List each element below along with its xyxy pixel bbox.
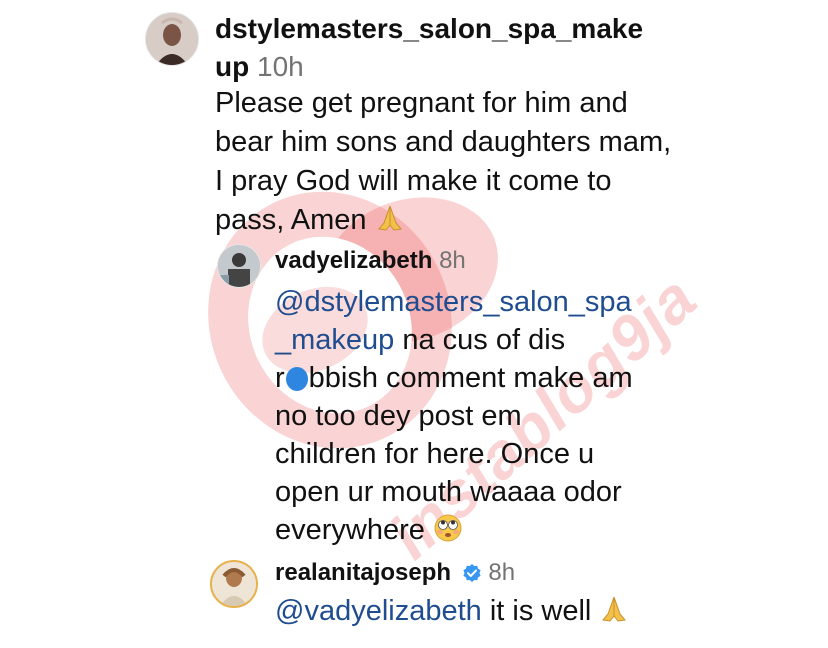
mention-link-continued[interactable]: _makeup bbox=[275, 324, 394, 356]
comment-body: no too dey post em bbox=[275, 400, 522, 432]
comment-body: open ur mouth waaaa odor bbox=[275, 476, 622, 508]
avatar[interactable] bbox=[217, 244, 261, 288]
avatar-photo-icon bbox=[212, 562, 256, 606]
comment-header: vadyelizabeth 8h bbox=[275, 244, 466, 278]
timestamp: 10h bbox=[257, 51, 304, 82]
comment-body: na cus of dis bbox=[394, 324, 566, 356]
rolling-eyes-icon bbox=[433, 513, 463, 553]
username[interactable]: realanitajoseph bbox=[275, 559, 451, 586]
comment-body: it is well bbox=[481, 595, 592, 627]
comment-body: everywhere bbox=[275, 514, 425, 546]
comment-text: Please get pregnant for him and bear him… bbox=[215, 84, 685, 244]
comment-text: @vadyelizabeth it is well bbox=[275, 592, 629, 634]
avatar[interactable] bbox=[210, 560, 258, 608]
timestamp: 8h bbox=[439, 247, 466, 274]
verified-badge-icon bbox=[462, 559, 482, 593]
avatar[interactable] bbox=[145, 12, 199, 66]
comment-body: children for here. Once u bbox=[275, 438, 595, 470]
username[interactable]: vadyelizabeth bbox=[275, 247, 432, 274]
username[interactable]: dstylemasters_salon_spa_make bbox=[215, 13, 643, 44]
avatar-photo-icon bbox=[146, 13, 198, 65]
avatar-photo-icon bbox=[218, 245, 260, 287]
comment-header: dstylemasters_salon_spa_make up 10h bbox=[215, 10, 685, 86]
comment-body: bbish comment make am bbox=[308, 362, 633, 394]
comment-body: Please get pregnant for him and bear him… bbox=[215, 87, 672, 236]
timestamp: 8h bbox=[488, 559, 516, 586]
mention-link[interactable]: @vadyelizabeth bbox=[275, 595, 482, 627]
comment-thread: instablog9ja dstylemasters_salon_spa_mak… bbox=[0, 0, 828, 648]
folded-hands-icon bbox=[375, 203, 405, 244]
censor-blur-icon bbox=[285, 367, 308, 391]
folded-hands-icon bbox=[599, 594, 629, 634]
comment-text: @dstylemasters_salon_spa _makeup na cus … bbox=[275, 283, 695, 553]
mention-link[interactable]: @dstylemasters_salon_spa bbox=[275, 286, 632, 318]
comment-header: realanitajoseph 8h bbox=[275, 556, 515, 593]
comment-body: r bbox=[275, 362, 285, 394]
username-continued[interactable]: up bbox=[215, 51, 249, 82]
